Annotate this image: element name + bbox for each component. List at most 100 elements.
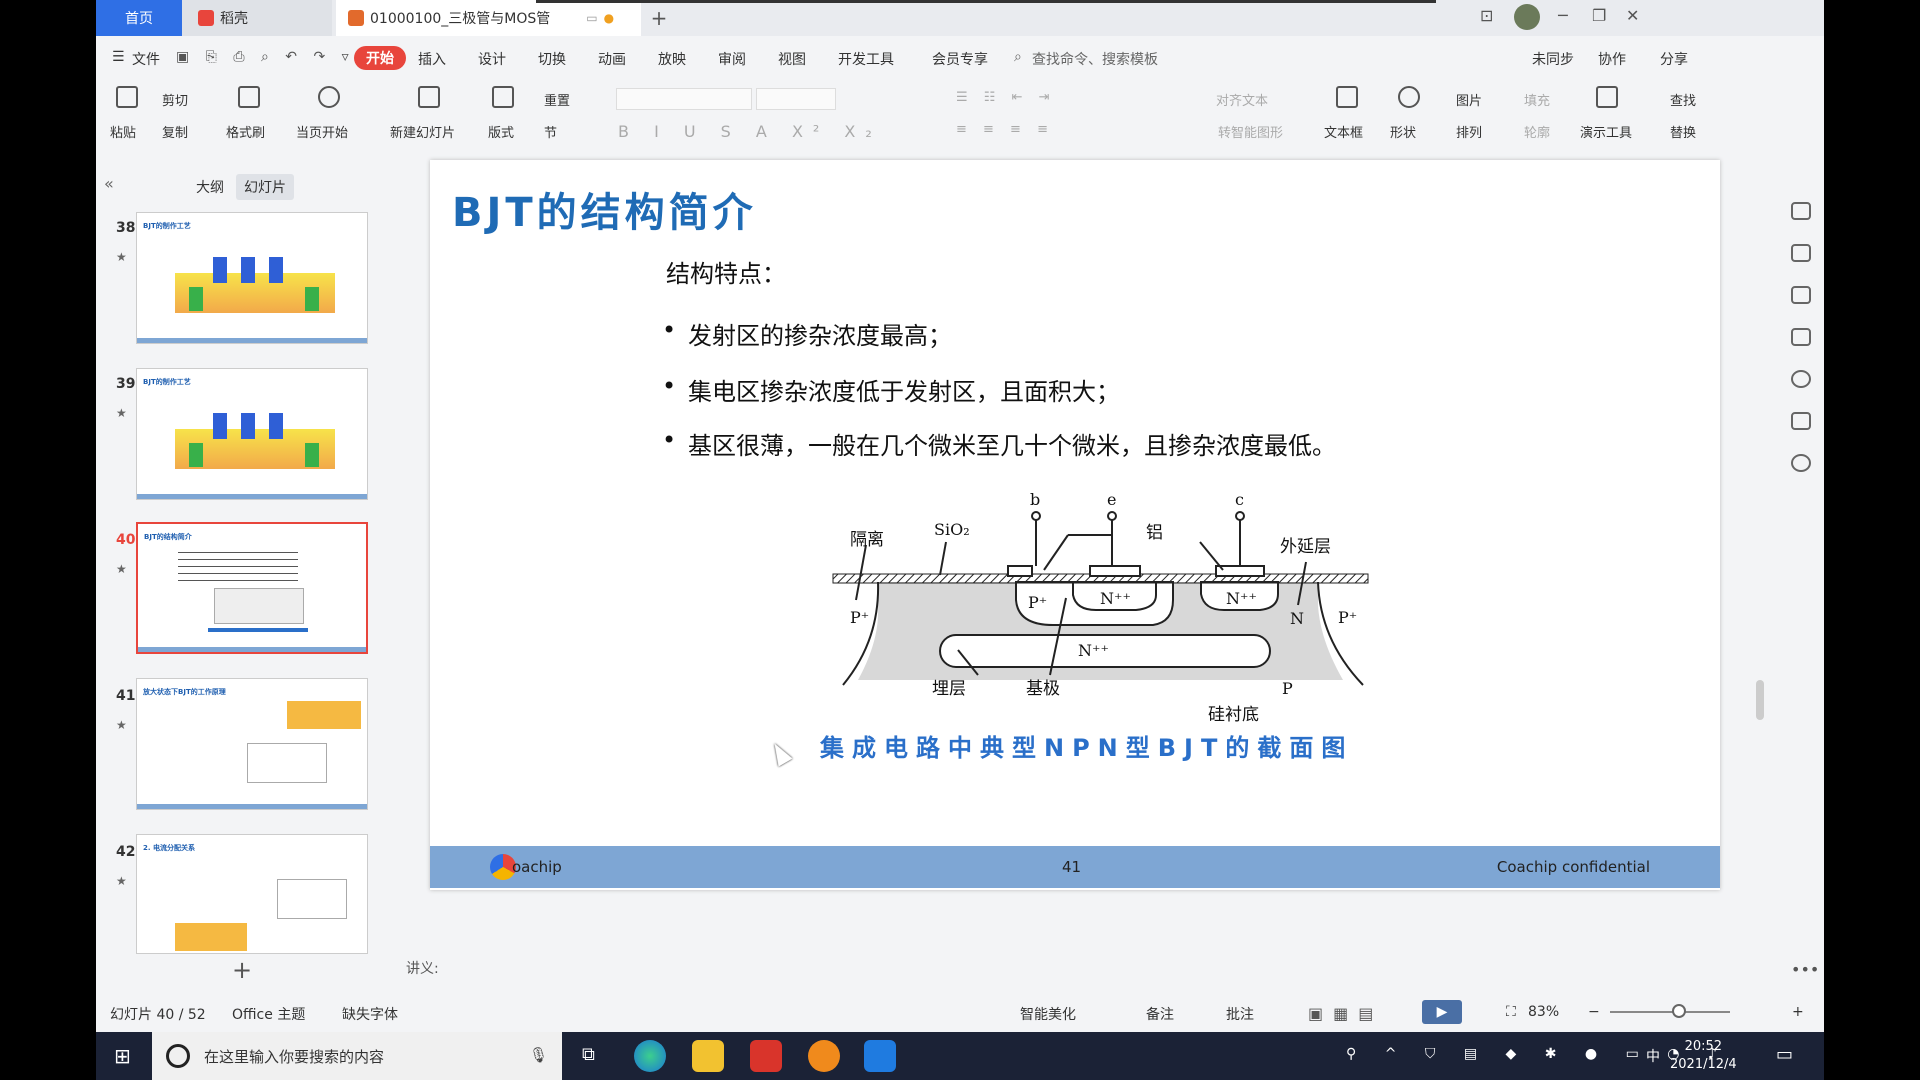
- star-icon[interactable]: [1791, 286, 1811, 304]
- fill-button[interactable]: 填充: [1524, 90, 1550, 109]
- rocket-icon[interactable]: [1791, 202, 1811, 220]
- smart-shape-button[interactable]: 转智能图形: [1218, 122, 1283, 141]
- scrollbar-thumb[interactable]: [1756, 680, 1764, 720]
- restore-icon[interactable]: ❐: [1592, 6, 1606, 25]
- new-tab-button[interactable]: +: [644, 0, 674, 36]
- share-button[interactable]: 分享: [1660, 49, 1688, 69]
- diagram-caption[interactable]: 集成电路中典型NPN型BJT的截面图: [820, 728, 1353, 763]
- font-size-select[interactable]: [756, 88, 836, 110]
- menu-insert[interactable]: 插入: [418, 49, 446, 69]
- menu-design[interactable]: 设计: [478, 49, 506, 69]
- zoom-out-icon[interactable]: −: [1588, 1004, 1600, 1020]
- add-slide-button[interactable]: +: [232, 956, 252, 984]
- notes-pane[interactable]: 讲义:: [396, 948, 1746, 988]
- replace-button[interactable]: 替换: [1670, 122, 1696, 141]
- theme-name[interactable]: Office 主题: [232, 1004, 305, 1024]
- menu-view[interactable]: 视图: [778, 49, 806, 69]
- slide-thumbnail[interactable]: BJT的制作工艺: [136, 212, 368, 344]
- quick-access-icons[interactable]: ▣ ⎘ ⎙ ⌕ ↶ ↷ ▿: [176, 49, 355, 65]
- arrange-button[interactable]: 排列: [1456, 122, 1482, 141]
- present-tools-button[interactable]: 演示工具: [1580, 122, 1632, 141]
- notes-toggle[interactable]: 备注: [1146, 1004, 1174, 1024]
- menu-animation[interactable]: 动画: [598, 49, 626, 69]
- microphone-icon[interactable]: 🎙: [529, 1046, 548, 1064]
- task-view-icon[interactable]: ⧉: [582, 1044, 595, 1065]
- hamburger-icon[interactable]: ☰: [112, 49, 125, 65]
- zoom-slider[interactable]: [1610, 1011, 1730, 1013]
- find-button[interactable]: 查找: [1670, 90, 1696, 109]
- textbox-icon[interactable]: [1336, 86, 1358, 108]
- slide-title[interactable]: BJT的结构简介: [452, 180, 757, 238]
- tab-document[interactable]: 01000100_三极管与MOS管 ▭ ●: [336, 0, 641, 36]
- text-format-icons[interactable]: B I U S A X² X₂: [618, 122, 882, 141]
- taskbar-search-input[interactable]: 在这里输入你要搜索的内容 🎙: [152, 1032, 562, 1080]
- edge-browser-icon[interactable]: [634, 1040, 666, 1072]
- layout-button[interactable]: 版式: [488, 122, 514, 141]
- view-mode-icons[interactable]: ▣▦▤: [1308, 1004, 1383, 1023]
- tab-slides[interactable]: 幻灯片: [236, 174, 294, 200]
- command-search[interactable]: 查找命令、搜索模板: [1032, 49, 1158, 69]
- slide-thumbnail[interactable]: 放大状态下BJT的工作原理: [136, 678, 368, 810]
- collapse-panel-icon[interactable]: «: [104, 174, 114, 193]
- present-tools-icon[interactable]: [1596, 86, 1618, 108]
- ime-indicator[interactable]: 中: [1646, 1046, 1660, 1066]
- tab-window-icon[interactable]: ▭: [586, 11, 597, 25]
- from-current-button[interactable]: 当页开始: [296, 122, 348, 141]
- bjt-cross-section-diagram[interactable]: 隔离 SiO₂ b e c 铝 外延层 P⁺ P⁺ N⁺⁺ N⁺⁺ N P⁺ N…: [828, 490, 1373, 730]
- section-button[interactable]: 节: [544, 122, 557, 141]
- beautify-button[interactable]: 智能美化: [1020, 1004, 1076, 1024]
- slide-thumbnail[interactable]: 2. 电流分配关系: [136, 834, 368, 954]
- help-icon[interactable]: [1791, 370, 1811, 388]
- slide-canvas[interactable]: BJT的结构简介 结构特点： 发射区的掺杂浓度最高； 集电区掺杂浓度低于发射区，…: [430, 160, 1720, 890]
- slide-scrollbar[interactable]: [1756, 170, 1764, 930]
- zoom-slider-knob[interactable]: [1672, 1004, 1686, 1018]
- bullet-item[interactable]: 基区很薄，一般在几个微米至几十个微米，且掺杂浓度最低。: [662, 426, 1336, 461]
- copy-button[interactable]: 复制: [162, 122, 188, 141]
- wps-office-icon[interactable]: [750, 1040, 782, 1072]
- close-icon[interactable]: ✕: [1626, 6, 1639, 25]
- layout-icon[interactable]: [492, 86, 514, 108]
- paragraph-icons[interactable]: ☰ ☷ ⇤ ⇥: [956, 90, 1056, 105]
- more-icon[interactable]: •••: [1791, 960, 1819, 979]
- slide-thumbnail-selected[interactable]: BJT的结构简介: [136, 522, 368, 654]
- minimize-icon[interactable]: ─: [1558, 6, 1568, 25]
- menu-start[interactable]: 开始: [354, 46, 406, 70]
- menu-file[interactable]: 文件: [132, 49, 160, 69]
- missing-font-button[interactable]: 缺失字体: [342, 1004, 398, 1024]
- notification-icon[interactable]: ▭: [1776, 1044, 1793, 1065]
- taskbar-clock[interactable]: 20:52 2021/12/4: [1670, 1038, 1737, 1074]
- collab-button[interactable]: 协作: [1598, 49, 1626, 69]
- layout-icon[interactable]: ⊡: [1480, 6, 1493, 25]
- align-text-button[interactable]: 对齐文本: [1216, 90, 1268, 109]
- bullet-item[interactable]: 集电区掺杂浓度低于发射区，且面积大；: [662, 372, 1120, 407]
- sync-status[interactable]: 未同步: [1532, 49, 1574, 69]
- reset-button[interactable]: 重置: [544, 90, 570, 109]
- new-slide-button[interactable]: 新建幻灯片: [390, 122, 455, 141]
- new-slide-icon[interactable]: [418, 86, 440, 108]
- slides-icon[interactable]: [1791, 328, 1811, 346]
- app-blue-icon[interactable]: [864, 1040, 896, 1072]
- menu-slideshow[interactable]: 放映: [658, 49, 686, 69]
- menu-member[interactable]: 会员专享: [932, 49, 988, 69]
- image-icon[interactable]: [1791, 412, 1811, 430]
- file-explorer-icon[interactable]: [692, 1040, 724, 1072]
- tab-daoke[interactable]: 稻壳: [182, 0, 332, 36]
- shape-button[interactable]: 形状: [1390, 122, 1416, 141]
- bullet-item[interactable]: 发射区的掺杂浓度最高；: [662, 316, 952, 351]
- menu-developer[interactable]: 开发工具: [838, 49, 894, 69]
- menu-review[interactable]: 审阅: [718, 49, 746, 69]
- zoom-level[interactable]: 83%: [1528, 1004, 1559, 1020]
- fit-window-icon[interactable]: ⛶: [1506, 1004, 1516, 1020]
- picture-button[interactable]: 图片: [1456, 90, 1482, 109]
- comment-toggle[interactable]: 批注: [1226, 1004, 1254, 1024]
- search-icon[interactable]: ⌕: [1014, 49, 1022, 65]
- slide-thumbnail[interactable]: BJT的制作工艺: [136, 368, 368, 500]
- textbox-button[interactable]: 文本框: [1324, 122, 1363, 141]
- play-from-current-icon[interactable]: [318, 86, 340, 108]
- paste-button[interactable]: 粘贴: [110, 122, 136, 141]
- compass-icon[interactable]: [1791, 454, 1811, 472]
- outline-button[interactable]: 轮廓: [1524, 122, 1550, 141]
- align-icons[interactable]: ≡ ≡ ≡ ≡: [956, 122, 1054, 137]
- zoom-in-icon[interactable]: +: [1792, 1004, 1804, 1020]
- slide-subtitle[interactable]: 结构特点：: [666, 254, 786, 289]
